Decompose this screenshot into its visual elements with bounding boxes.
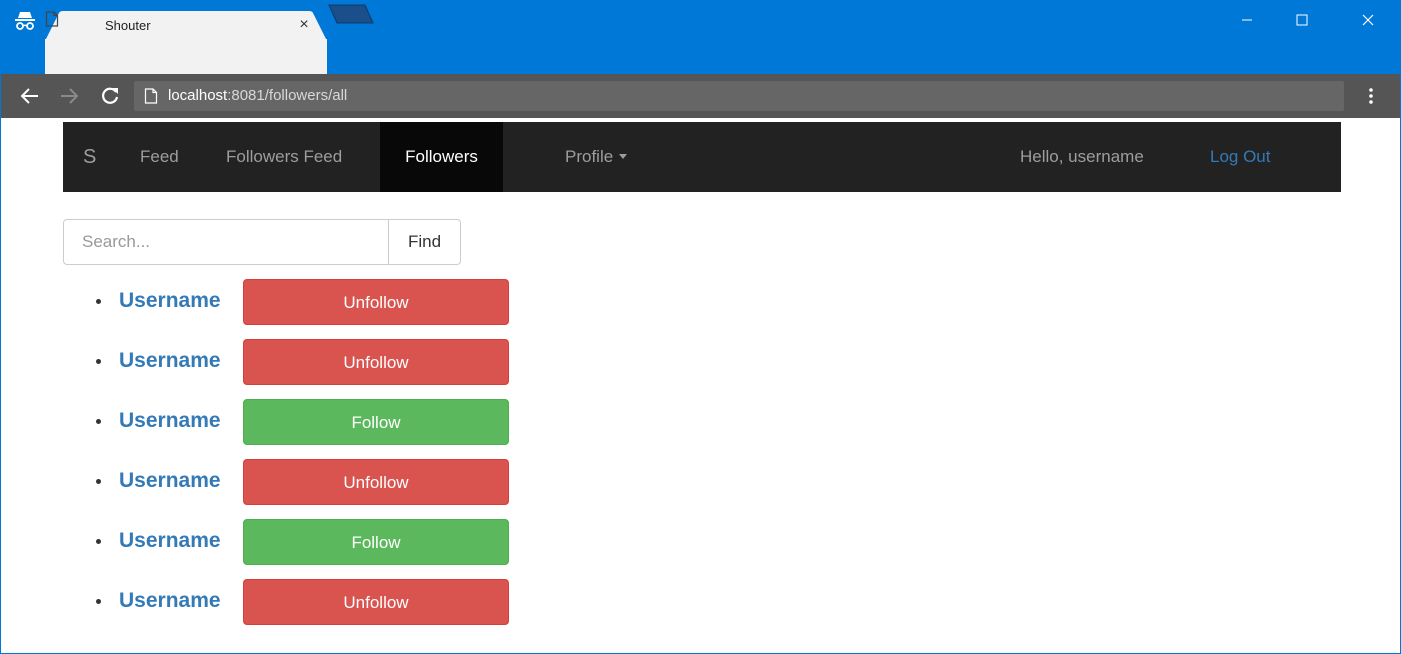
bullet-icon — [96, 539, 101, 544]
incognito-icon — [15, 12, 35, 30]
search-form: Find — [63, 219, 461, 265]
bullet-icon — [96, 359, 101, 364]
page-icon — [144, 88, 158, 104]
profile-label: Profile — [565, 147, 614, 166]
tab-shape — [45, 11, 327, 41]
caret-down-icon — [619, 154, 628, 160]
forward-arrow-icon[interactable] — [58, 86, 80, 106]
find-button[interactable]: Find — [388, 219, 461, 265]
list-item: Username Unfollow — [1, 339, 521, 385]
maximize-icon[interactable] — [1284, 7, 1320, 33]
site-navbar: S Feed Followers Feed Followers Profile … — [63, 122, 1341, 192]
profile-dropdown[interactable]: Profile — [565, 122, 628, 192]
bullet-icon — [96, 299, 101, 304]
list-item: Username Unfollow — [1, 459, 521, 505]
username-link[interactable]: Username — [119, 579, 221, 623]
username-link[interactable]: Username — [119, 279, 221, 323]
unfollow-button[interactable]: Unfollow — [243, 339, 509, 385]
minimize-icon[interactable] — [1229, 7, 1265, 33]
close-icon[interactable]: × — [295, 15, 313, 35]
tab-strip-active-fill — [45, 39, 327, 74]
unfollow-button[interactable]: Unfollow — [243, 579, 509, 625]
browser-window: Shouter × localhost:8081/followers/all S… — [0, 0, 1401, 654]
window-close-icon[interactable] — [1350, 7, 1386, 33]
nav-followers-feed[interactable]: Followers Feed — [226, 122, 342, 192]
reload-icon[interactable] — [99, 85, 121, 107]
url-path: :8081/followers/all — [227, 87, 348, 104]
bullet-icon — [96, 599, 101, 604]
unfollow-button[interactable]: Unfollow — [243, 459, 509, 505]
unfollow-button[interactable]: Unfollow — [243, 279, 509, 325]
brand-link[interactable]: S — [83, 122, 96, 192]
list-item: Username Follow — [1, 399, 521, 445]
back-arrow-icon[interactable] — [19, 86, 41, 106]
nav-followers[interactable]: Followers — [380, 122, 503, 192]
menu-dots-icon[interactable] — [1364, 85, 1378, 107]
search-input[interactable] — [63, 219, 389, 265]
browser-toolbar: localhost:8081/followers/all — [1, 74, 1400, 118]
bullet-icon — [96, 419, 101, 424]
list-item: Username Unfollow — [1, 279, 521, 325]
list-item: Username Unfollow — [1, 579, 521, 625]
username-link[interactable]: Username — [119, 399, 221, 443]
url-text: localhost:8081/followers/all — [168, 87, 347, 104]
list-item: Username Follow — [1, 519, 521, 565]
username-link[interactable]: Username — [119, 459, 221, 503]
new-tab-button[interactable] — [327, 3, 375, 25]
tab-title: Shouter — [105, 18, 151, 33]
logout-link[interactable]: Log Out — [1210, 122, 1271, 192]
username-link[interactable]: Username — [119, 339, 221, 383]
url-host: localhost — [168, 87, 228, 104]
tab-shouter[interactable]: Shouter × — [45, 11, 327, 41]
title-bar: Shouter × — [1, 1, 1400, 41]
greeting-text: Hello, username — [1020, 147, 1144, 166]
page-icon — [45, 11, 59, 27]
tab-shape-lower — [45, 39, 327, 74]
address-bar[interactable]: localhost:8081/followers/all — [134, 81, 1344, 111]
nav-feed[interactable]: Feed — [140, 122, 179, 192]
username-link[interactable]: Username — [119, 519, 221, 563]
follow-button[interactable]: Follow — [243, 519, 509, 565]
bullet-icon — [96, 479, 101, 484]
tab-strip — [1, 39, 1400, 74]
follow-button[interactable]: Follow — [243, 399, 509, 445]
